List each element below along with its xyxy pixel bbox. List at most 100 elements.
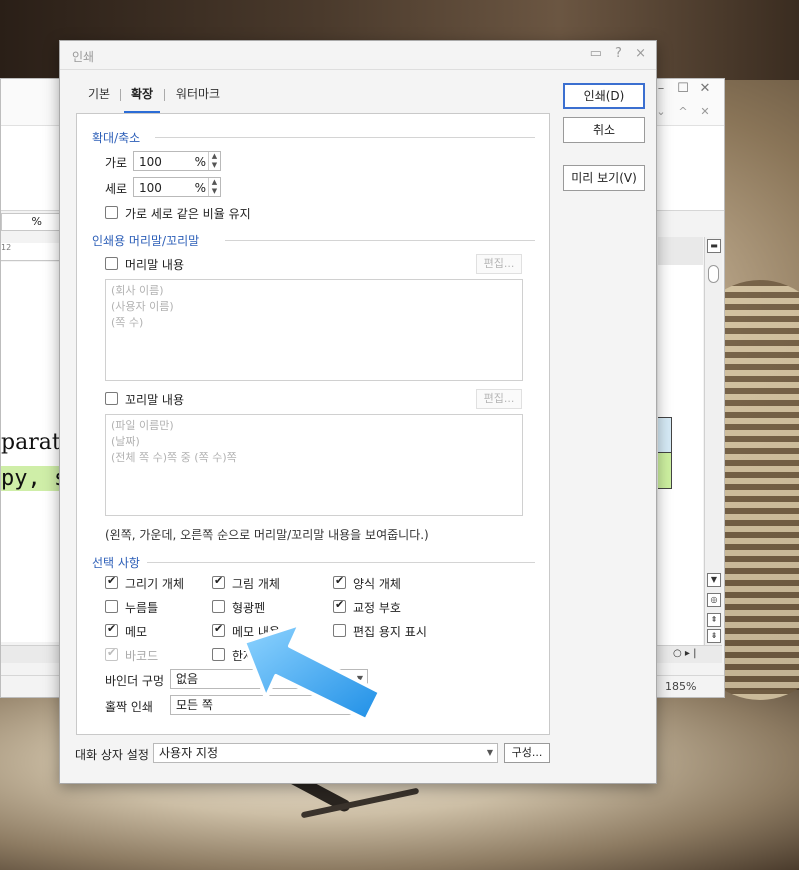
document-area[interactable]: parat py, s: [1, 262, 61, 642]
close-icon[interactable]: ✕: [694, 81, 716, 96]
form-object-checkbox[interactable]: [333, 574, 346, 589]
prev-page-icon[interactable]: ⇞: [707, 613, 721, 627]
barcode-label: 바코드: [125, 649, 159, 663]
tab-basic[interactable]: 기본: [84, 83, 114, 113]
show-paper-checkbox[interactable]: [333, 624, 346, 637]
cancel-button[interactable]: 취소: [563, 117, 645, 143]
keep-ratio-checkbox[interactable]: [105, 206, 118, 219]
header-content-label: 머리말 내용: [125, 258, 185, 272]
highlighter-checkbox[interactable]: [212, 600, 225, 613]
binder-hole-value: 없음: [176, 672, 199, 686]
scroll-down-icon[interactable]: ▼: [707, 573, 721, 587]
config-button[interactable]: 구성...: [504, 743, 550, 763]
chevron-down-icon: ▼: [356, 700, 363, 709]
keep-ratio-label: 가로 세로 같은 비율 유지: [125, 207, 251, 221]
show-paper-label: 편집 용지 표시: [353, 625, 427, 639]
memo-checkbox[interactable]: [105, 622, 118, 637]
options-section-title: 선택 사항: [92, 556, 140, 570]
next-page-icon[interactable]: ⇟: [707, 629, 721, 643]
footer-edit-button[interactable]: 편집...: [476, 389, 522, 409]
zoom-level[interactable]: 185%: [665, 680, 696, 693]
zoom-combo[interactable]: %: [1, 213, 61, 231]
memo-content-checkbox[interactable]: [212, 622, 225, 637]
header-preview-box: (회사 이름) (사용자 이름) (쪽 수): [105, 279, 523, 381]
close-icon[interactable]: ×: [635, 46, 646, 61]
tab-separator: [164, 89, 165, 101]
close-icon[interactable]: ✕: [694, 105, 716, 118]
form-object-label: 양식 개체: [353, 577, 401, 591]
dialog-setting-value: 사용자 지정: [159, 746, 219, 760]
vertical-scale-label: 세로: [105, 182, 128, 196]
chevron-up-icon[interactable]: ^: [672, 105, 694, 118]
tab-extended[interactable]: 확장: [124, 83, 160, 113]
dialog-title-buttons: ▭ ? ×: [581, 46, 646, 61]
tab-separator: [120, 89, 121, 101]
ruler: 12: [1, 243, 61, 261]
header-preview-line: (사용자 이름): [111, 300, 174, 313]
drawing-object-checkbox[interactable]: [105, 574, 118, 589]
horizontal-scale-value: 100: [139, 155, 162, 169]
odd-even-print-select[interactable]: 모든 쪽 ▼: [170, 695, 368, 715]
vertical-scale-unit: %: [194, 181, 206, 195]
ruler-right: [658, 237, 703, 265]
editor-doc-controls: ⌄ ^ ✕: [650, 105, 716, 118]
footer-checkbox[interactable]: [105, 392, 118, 405]
spinner-arrows-icon[interactable]: ▲ ▼: [208, 178, 220, 196]
proofreading-mark-label: 교정 부호: [353, 601, 401, 615]
header-footer-note: (왼쪽, 가운데, 오른쪽 순으로 머리말/꼬리말 내용을 보여줍니다.): [105, 528, 429, 542]
footer-preview-line: (전체 쪽 수)쪽 중 (쪽 수)쪽: [111, 451, 237, 464]
chevron-down-icon: ▼: [356, 674, 363, 683]
spinner-arrows-icon[interactable]: ▲ ▼: [208, 152, 220, 170]
vertical-scale-spinner[interactable]: 100 % ▲ ▼: [133, 177, 221, 197]
proofreading-mark-checkbox[interactable]: [333, 598, 346, 613]
table-cell: [658, 453, 672, 489]
footer-preview-line: (파일 이름만): [111, 419, 174, 432]
binder-hole-select[interactable]: 없음 ▼: [170, 669, 368, 689]
header-checkbox[interactable]: [105, 257, 118, 270]
hanja-label: 한자: [232, 649, 255, 663]
picture-object-label: 그림 개체: [232, 577, 280, 591]
scroll-collapse-icon[interactable]: ▬: [707, 239, 721, 253]
click-here-field-checkbox[interactable]: [105, 600, 118, 613]
horizontal-scale-label: 가로: [105, 156, 128, 170]
header-edit-button[interactable]: 편집...: [476, 254, 522, 274]
chat-icon[interactable]: ▭: [590, 46, 602, 61]
table-cell: [658, 417, 672, 453]
help-icon[interactable]: ?: [615, 46, 622, 61]
tab-watermark[interactable]: 워터마크: [170, 83, 226, 113]
vertical-scale-value: 100: [139, 181, 162, 195]
barcode-checkbox: [105, 646, 118, 661]
click-here-field-label: 누름틀: [125, 601, 159, 615]
dialog-title: 인쇄: [72, 50, 95, 64]
hanja-checkbox[interactable]: [212, 648, 225, 661]
horizontal-scale-spinner[interactable]: 100 % ▲ ▼: [133, 151, 221, 171]
drawing-object-label: 그리기 개체: [125, 577, 185, 591]
maximize-icon[interactable]: ☐: [672, 81, 694, 96]
dialog-titlebar: 인쇄 ▭ ? ×: [60, 41, 656, 70]
scale-section-title: 확대/축소: [92, 131, 141, 145]
highlighter-label: 형광펜: [232, 601, 266, 615]
footer-preview-box: (파일 이름만) (날짜) (전체 쪽 수)쪽 중 (쪽 수)쪽: [105, 414, 523, 516]
header-footer-section-title: 인쇄용 머리말/꼬리말: [92, 234, 200, 248]
editor-window-controls: – ☐ ✕: [650, 81, 716, 96]
print-dialog: 인쇄 ▭ ? × 기본 확장 워터마크 확대/축소 가로 100 % ▲ ▼ 세로…: [59, 40, 657, 784]
extended-tab-panel: 확대/축소 가로 100 % ▲ ▼ 세로 100 % ▲ ▼ 가로 세로 같은 비…: [76, 113, 550, 735]
header-preview-line: (쪽 수): [111, 316, 144, 329]
document-text-line-highlighted: py, s: [1, 466, 61, 491]
document-text-line: parat: [1, 430, 61, 455]
dialog-setting-select[interactable]: 사용자 지정 ▼: [153, 743, 498, 763]
vertical-scrollbar[interactable]: ▬ ▼ ◎ ⇞ ⇟: [704, 237, 722, 657]
page-nav-icons[interactable]: ○ ▸ |: [673, 648, 696, 659]
picture-object-checkbox[interactable]: [212, 574, 225, 589]
scroll-thumb[interactable]: [708, 265, 719, 283]
ruler-mark: 12: [1, 243, 12, 252]
binder-hole-label: 바인더 구멍: [105, 674, 165, 688]
dialog-setting-label: 대화 상자 설정: [75, 748, 149, 762]
footer-preview-line: (날짜): [111, 435, 140, 448]
page-select-icon[interactable]: ◎: [707, 593, 721, 607]
horizontal-scale-unit: %: [194, 155, 206, 169]
odd-even-print-value: 모든 쪽: [176, 698, 213, 712]
print-button[interactable]: 인쇄(D): [563, 83, 645, 109]
preview-button[interactable]: 미리 보기(V): [563, 165, 645, 191]
section-divider: [225, 240, 535, 241]
